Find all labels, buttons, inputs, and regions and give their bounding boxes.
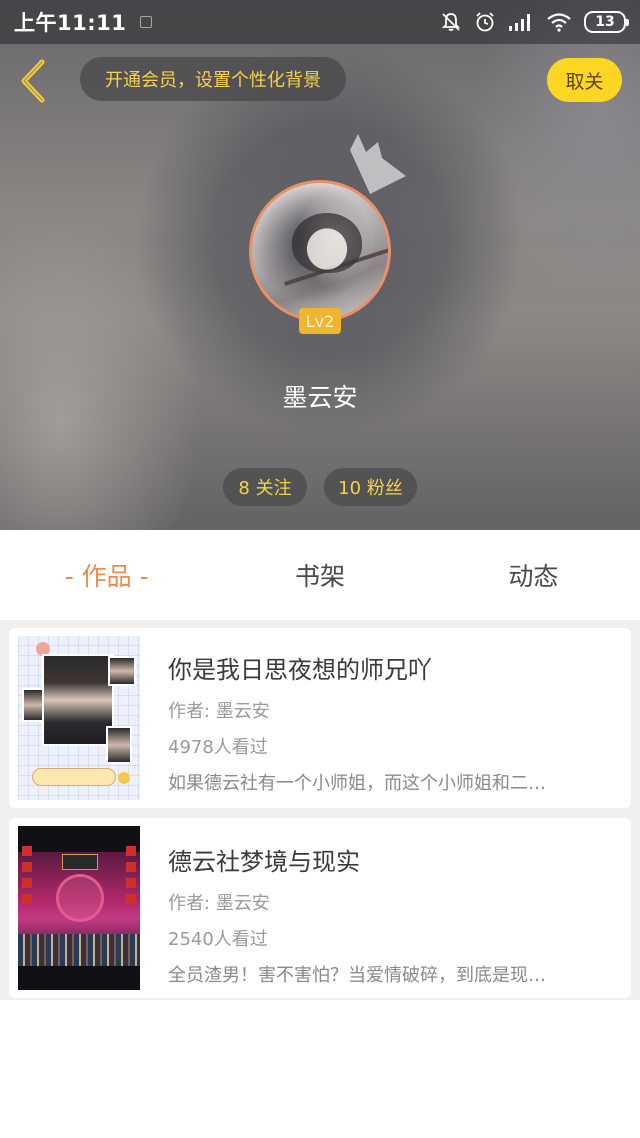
- following-count-button[interactable]: 8 关注: [223, 468, 307, 506]
- unfollow-button[interactable]: 取关: [547, 58, 622, 102]
- work-cover-image: [18, 636, 140, 800]
- fans-count-button[interactable]: 10 粉丝: [324, 468, 417, 506]
- vip-background-prompt[interactable]: 开通会员，设置个性化背景: [80, 57, 346, 101]
- crown-icon: [340, 132, 410, 202]
- level-badge: Lv2: [299, 308, 341, 334]
- back-button[interactable]: [14, 56, 54, 106]
- work-author: 作者: 墨云安: [168, 701, 270, 722]
- tab-bookshelf[interactable]: 书架: [213, 557, 426, 593]
- profile-screen: 上午11:11 13 开通会员，设置个性化背景 取关 Lv2 墨云安 8 关注 …: [0, 0, 640, 1138]
- profile-tabs: - 作品 - 书架 动态: [0, 530, 640, 620]
- wifi-icon: [546, 12, 572, 32]
- work-views: 2540人看过: [168, 929, 268, 950]
- status-time: 上午11:11: [14, 11, 127, 35]
- username: 墨云安: [282, 383, 358, 412]
- work-cover-image: [18, 826, 140, 990]
- work-author: 作者: 墨云安: [168, 893, 270, 914]
- status-bar-right: 13: [440, 11, 629, 33]
- work-views: 4978人看过: [168, 737, 268, 758]
- status-bar: 上午11:11 13: [0, 0, 640, 44]
- chevron-left-icon: [21, 59, 45, 103]
- tab-works[interactable]: - 作品 -: [0, 557, 213, 593]
- status-bar-left: 上午11:11: [14, 7, 153, 37]
- alarm-icon: [474, 11, 496, 33]
- battery-indicator: 13: [584, 11, 629, 33]
- signal-icon: [508, 12, 534, 32]
- work-card[interactable]: 你是我日思夜想的师兄吖 作者: 墨云安 4978人看过 如果德云社有一个小师姐，…: [9, 628, 631, 808]
- notification-icon: [140, 16, 153, 28]
- tab-activity[interactable]: 动态: [427, 557, 640, 593]
- work-description: 如果德云社有一个小师姐，而这个小师姐和二…: [168, 773, 546, 794]
- work-info: 德云社梦境与现实 作者: 墨云安 2540人看过 全员渣男！害不害怕？当爱情破碎…: [168, 842, 608, 987]
- work-title: 德云社梦境与现实: [168, 848, 360, 876]
- work-title: 你是我日思夜想的师兄吖: [168, 656, 432, 684]
- work-description: 全员渣男！害不害怕？当爱情破碎，到底是现…: [168, 965, 546, 986]
- work-card[interactable]: 德云社梦境与现实 作者: 墨云安 2540人看过 全员渣男！害不害怕？当爱情破碎…: [9, 818, 631, 998]
- mute-bell-icon: [440, 11, 462, 33]
- work-info: 你是我日思夜想的师兄吖 作者: 墨云安 4978人看过 如果德云社有一个小师姐，…: [168, 650, 608, 795]
- works-list: 你是我日思夜想的师兄吖 作者: 墨云安 4978人看过 如果德云社有一个小师姐，…: [0, 620, 640, 1000]
